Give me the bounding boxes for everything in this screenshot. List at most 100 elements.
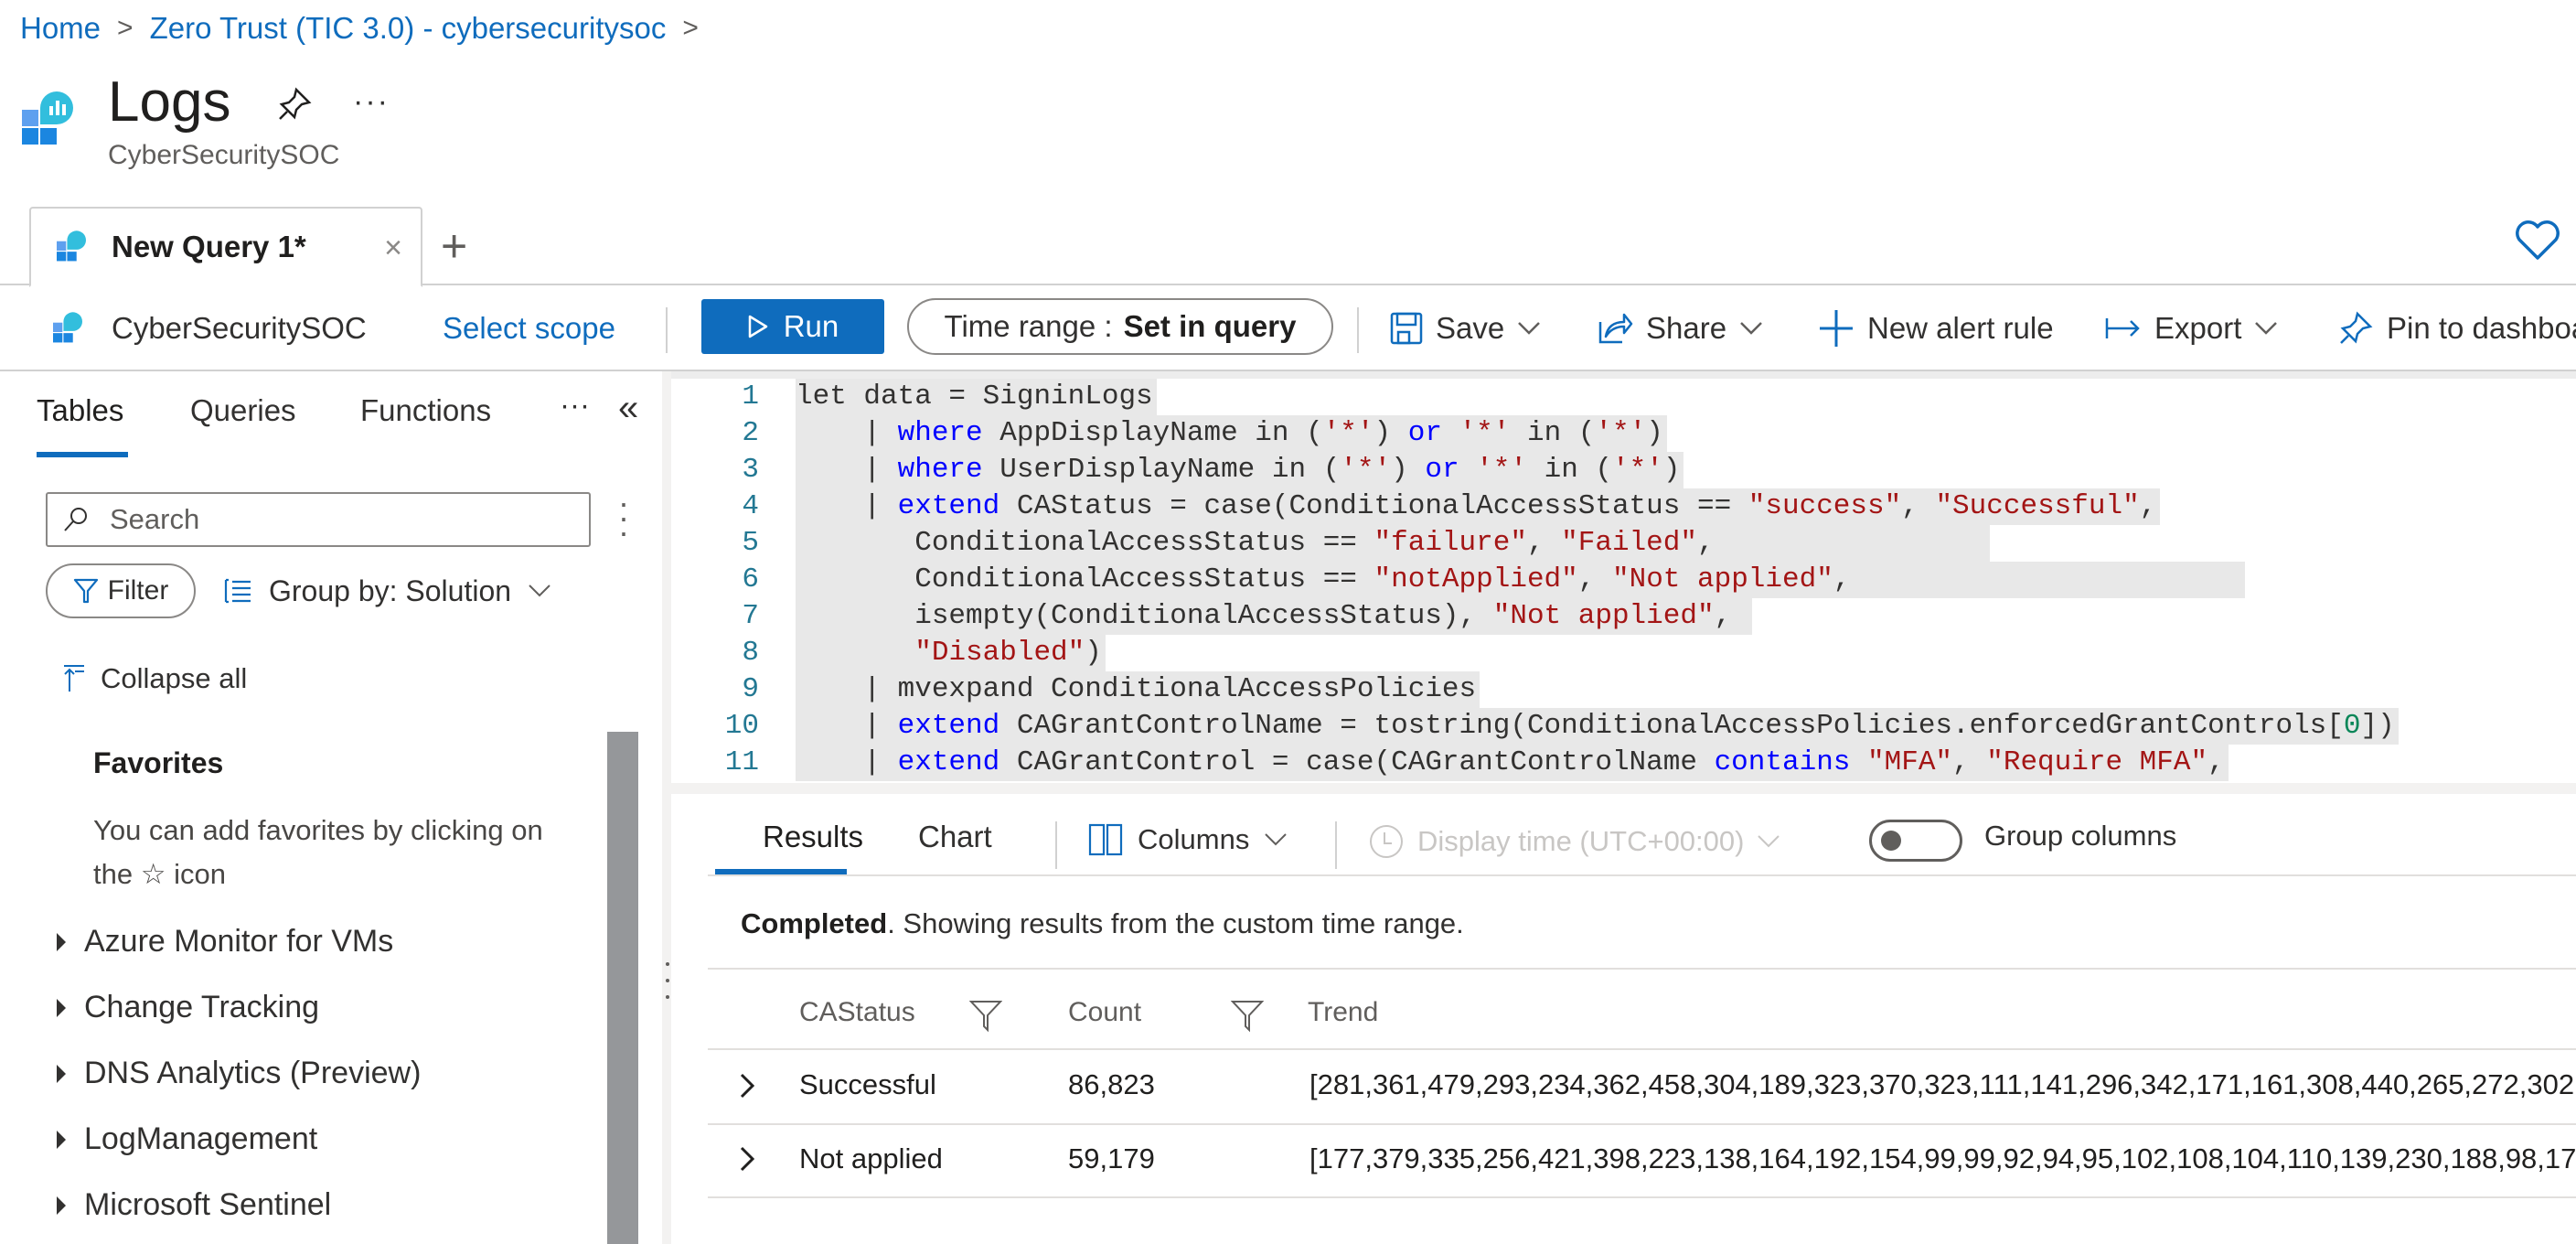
code-line[interactable]: 9 | mvexpand ConditionalAccessPolicies — [671, 671, 2576, 708]
code-text: | where AppDisplayName in ('*') or '*' i… — [796, 415, 1667, 452]
select-scope-link[interactable]: Select scope — [443, 285, 615, 371]
code-token: "Disabled" — [914, 637, 1085, 669]
pin-to-dashboard-button[interactable]: Pin to dashboard — [2337, 285, 2576, 371]
line-number: 5 — [742, 527, 759, 559]
editor-results-divider[interactable] — [671, 783, 2576, 794]
breadcrumb-workspace[interactable]: Zero Trust (TIC 3.0) - cybersecuritysoc — [150, 11, 667, 46]
query-toolbar: CyberSecuritySOC Select scope Run Time r… — [0, 285, 2576, 371]
add-tab-button[interactable]: + — [441, 220, 467, 273]
chevron-right-icon[interactable] — [737, 1072, 757, 1099]
code-token: | — [796, 490, 898, 522]
code-line[interactable]: 4 | extend CAStatus = case(ConditionalAc… — [671, 488, 2576, 525]
filter-icon[interactable] — [969, 999, 1002, 1034]
tab-results[interactable]: Results — [763, 820, 863, 854]
code-line[interactable]: 11 | extend CAGrantControl = case(CAGran… — [671, 745, 2576, 781]
code-line[interactable]: 1 let data = SigninLogs — [671, 379, 2576, 415]
code-token: | — [796, 454, 898, 486]
tab-chart[interactable]: Chart — [918, 820, 992, 854]
sidebar-scrollbar-thumb[interactable] — [607, 732, 638, 1244]
group-columns-toggle[interactable] — [1869, 820, 1962, 862]
tree-item-change-tracking[interactable]: Change Tracking — [57, 990, 319, 1025]
tab-new-query-1[interactable]: New Query 1* × — [29, 207, 422, 287]
code-token: , — [1833, 563, 2242, 595]
code-token: | — [796, 417, 898, 449]
chevron-right-icon[interactable] — [737, 1145, 757, 1173]
columns-button[interactable]: Columns — [1088, 823, 1288, 856]
sidebar-tab-functions[interactable]: Functions — [360, 393, 491, 428]
code-token: , — [1577, 563, 1612, 595]
page-subtitle: CyberSecuritySOC — [108, 140, 340, 170]
code-line[interactable]: 5 ConditionalAccessStatus == "failure", … — [671, 525, 2576, 562]
close-tab-icon[interactable]: × — [384, 231, 402, 266]
log-analytics-icon — [22, 88, 86, 152]
chevron-right-icon: > — [117, 13, 134, 43]
code-token: '*' — [1476, 454, 1527, 486]
chevron-down-icon — [529, 584, 550, 597]
display-time-dropdown: Display time (UTC+00:00) — [1368, 823, 1780, 860]
pane-splitter[interactable] — [662, 371, 671, 1244]
breadcrumb-home[interactable]: Home — [20, 11, 101, 46]
run-button[interactable]: Run — [701, 299, 884, 354]
line-number: 4 — [742, 490, 759, 522]
code-token: | — [796, 746, 898, 778]
log-analytics-icon — [57, 229, 93, 265]
code-line[interactable]: 6 ConditionalAccessStatus == "notApplied… — [671, 562, 2576, 598]
time-range-value: Set in query — [1123, 309, 1297, 343]
collapse-all-label: Collapse all — [101, 662, 248, 694]
column-header-count[interactable]: Count — [1068, 997, 1141, 1028]
splitter-grip-icon[interactable] — [666, 962, 669, 999]
caret-right-icon — [57, 1130, 66, 1149]
row-divider — [708, 1123, 2576, 1125]
tree-item-azure-monitor-for-vms[interactable]: Azure Monitor for VMs — [57, 924, 393, 960]
more-options-button[interactable]: ··· — [353, 84, 390, 120]
sidebar-search-input[interactable]: Search — [46, 492, 591, 547]
collapse-all-button[interactable]: Collapse all — [62, 662, 247, 695]
code-line[interactable]: 3 | where UserDisplayName in ('*') or '*… — [671, 452, 2576, 488]
group-by-label: Group by: Solution — [269, 574, 512, 607]
time-range-picker[interactable]: Time range : Set in query — [907, 298, 1333, 355]
collapse-all-icon — [64, 665, 84, 692]
export-button[interactable]: Export — [2105, 285, 2278, 371]
cell-castatus: Not applied — [799, 1142, 943, 1174]
play-icon — [748, 315, 767, 338]
code-line[interactable]: 7 isempty(ConditionalAccessStatus), "Not… — [671, 598, 2576, 635]
code-text: "Disabled") — [796, 635, 1106, 671]
row-divider — [708, 1048, 2576, 1050]
search-options-icon[interactable]: · · · — [615, 487, 633, 549]
code-line[interactable]: 10 | extend CAGrantControlName = tostrin… — [671, 708, 2576, 745]
tree-item-dns-analytics[interactable]: DNS Analytics (Preview) — [57, 1056, 421, 1091]
group-columns-label: Group columns — [1984, 820, 2177, 852]
sidebar-tab-tables[interactable]: Tables — [37, 393, 123, 428]
code-line[interactable]: 8 "Disabled") — [671, 635, 2576, 671]
collapse-sidebar-button[interactable]: « — [618, 388, 638, 429]
line-number: 7 — [742, 600, 759, 632]
tree-item-microsoft-sentinel[interactable]: Microsoft Sentinel — [57, 1187, 331, 1223]
column-header-trend[interactable]: Trend — [1308, 997, 1378, 1028]
group-by-dropdown[interactable]: Group by: Solution — [223, 563, 551, 618]
new-alert-rule-button[interactable]: New alert rule — [1818, 285, 2054, 371]
code-token: , — [1952, 746, 1987, 778]
heart-icon[interactable] — [2515, 220, 2560, 262]
code-line[interactable]: 2 | where AppDisplayName in ('*') or '*'… — [671, 415, 2576, 452]
pin-icon[interactable] — [276, 86, 313, 123]
save-button[interactable]: Save — [1390, 285, 1541, 371]
cell-trend: [281,361,479,293,234,362,458,304,189,323… — [1309, 1068, 2576, 1100]
query-editor[interactable]: 1 let data = SigninLogs 2 | where AppDispl… — [671, 371, 2576, 785]
filter-button[interactable]: Filter — [46, 563, 196, 618]
sidebar-more-button[interactable]: ··· — [560, 388, 590, 423]
schema-sidebar: Tables Queries Functions ··· « Search · ·… — [0, 371, 668, 1244]
code-token: or — [1407, 417, 1442, 449]
tab-label: New Query 1* — [112, 230, 306, 263]
code-token: '*' — [1612, 454, 1663, 486]
code-token: ) — [1085, 637, 1102, 669]
filter-icon[interactable] — [1231, 999, 1264, 1034]
share-button[interactable]: Share — [1597, 285, 1763, 371]
tree-item-label: Azure Monitor for VMs — [84, 924, 394, 959]
query-status: Completed. Showing results from the cust… — [741, 907, 1464, 940]
chevron-down-icon — [2255, 322, 2278, 335]
column-header-castatus[interactable]: CAStatus — [799, 997, 915, 1028]
code-token: ConditionalAccessStatus == — [796, 527, 1374, 559]
tree-item-logmanagement[interactable]: LogManagement — [57, 1121, 317, 1157]
sidebar-tab-queries[interactable]: Queries — [190, 393, 296, 428]
